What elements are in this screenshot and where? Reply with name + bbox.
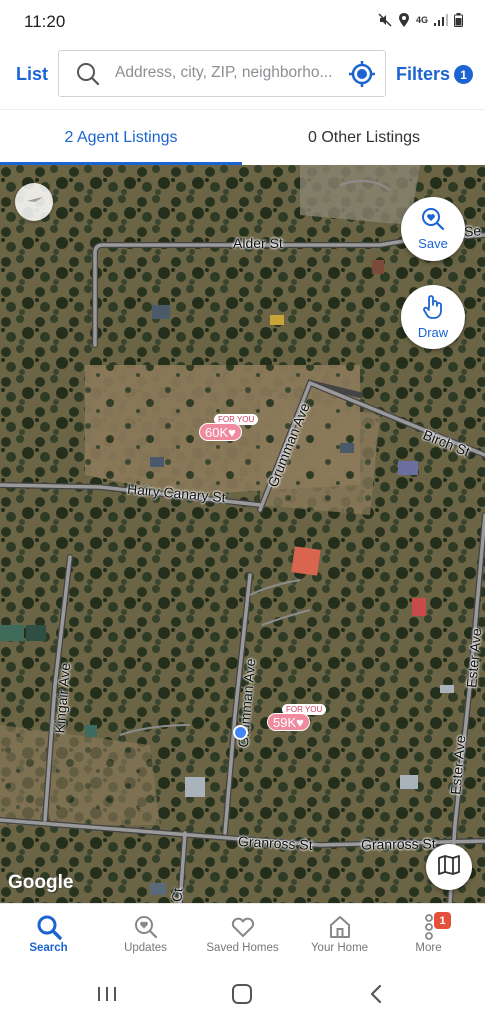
google-logo: Google — [8, 872, 74, 893]
location-icon — [398, 13, 410, 27]
mute-icon — [378, 13, 392, 27]
status-bar: 11:20 4G — [0, 0, 485, 44]
home-button-icon[interactable] — [231, 984, 253, 1009]
map-layers-icon — [437, 853, 461, 882]
tab-other-listings[interactable]: 0 Other Listings — [243, 110, 485, 166]
nav-more-label: More — [415, 942, 442, 954]
filters-count-badge: 1 — [454, 65, 474, 84]
save-search-icon — [421, 207, 445, 234]
heart-icon — [230, 912, 256, 942]
road-label-alder: Alder St — [233, 235, 283, 251]
more-notification-badge: 1 — [434, 912, 451, 929]
price-label: 59K♥ — [267, 713, 310, 731]
nav-saved-homes[interactable]: Saved Homes — [194, 904, 291, 967]
user-location-dot — [233, 725, 248, 740]
nav-search[interactable]: Search — [0, 904, 97, 967]
draw-label: Draw — [417, 325, 449, 340]
list-view-link[interactable]: List — [16, 64, 48, 85]
nav-more[interactable]: More 1 — [380, 904, 477, 967]
back-icon[interactable] — [368, 984, 384, 1009]
filters-label: Filters — [396, 64, 451, 84]
search-header: List Filters 1 — [0, 44, 485, 106]
tab-agent-listings[interactable]: 2 Agent Listings — [0, 110, 242, 166]
draw-button[interactable]: Draw — [401, 285, 465, 349]
listing-tabs: 2 Agent Listings 0 Other Listings — [0, 109, 485, 165]
search-icon — [76, 62, 100, 91]
hand-draw-icon — [420, 294, 446, 323]
filters-button[interactable]: Filters 1 — [396, 64, 474, 85]
nav-your-home-label: Your Home — [310, 942, 369, 954]
map-layers-button[interactable] — [426, 844, 472, 890]
search-icon — [36, 912, 62, 942]
map-view[interactable]: Alder St Se Birch St Hairy Canary St Gru… — [0, 165, 485, 903]
current-location-icon[interactable] — [348, 60, 376, 93]
save-search-button[interactable]: Save — [401, 197, 465, 261]
nav-search-label: Search — [29, 942, 68, 954]
search-box[interactable] — [58, 50, 386, 97]
battery-icon — [454, 13, 463, 27]
nav-updates-label: Updates — [124, 942, 167, 954]
road-label-granross-right: Granross St — [360, 835, 436, 853]
signal-icon — [434, 14, 448, 26]
status-time: 11:20 — [24, 12, 66, 31]
nav-your-home[interactable]: Your Home — [291, 904, 388, 967]
updates-icon — [133, 912, 159, 942]
road-label-ct-edge: Ct — [168, 887, 186, 903]
compass-button[interactable] — [15, 183, 53, 221]
save-search-label: Save — [418, 236, 448, 251]
more-icon — [424, 912, 434, 942]
satellite-imagery — [0, 165, 485, 903]
nav-updates[interactable]: Updates — [97, 904, 194, 967]
system-nav-bar — [0, 966, 485, 1023]
compass-icon — [23, 189, 45, 216]
search-input[interactable] — [115, 51, 345, 95]
price-label: 60K♥ — [199, 423, 242, 441]
bottom-nav: Search Updates Saved Homes Your Home Mor… — [0, 903, 485, 966]
road-label-s-edge: Se — [463, 222, 482, 240]
nav-saved-homes-label: Saved Homes — [206, 942, 279, 954]
recent-apps-icon[interactable] — [96, 984, 118, 1009]
network-label: 4G — [415, 15, 428, 25]
status-icons: 4G — [378, 13, 463, 27]
home-icon — [327, 912, 353, 942]
